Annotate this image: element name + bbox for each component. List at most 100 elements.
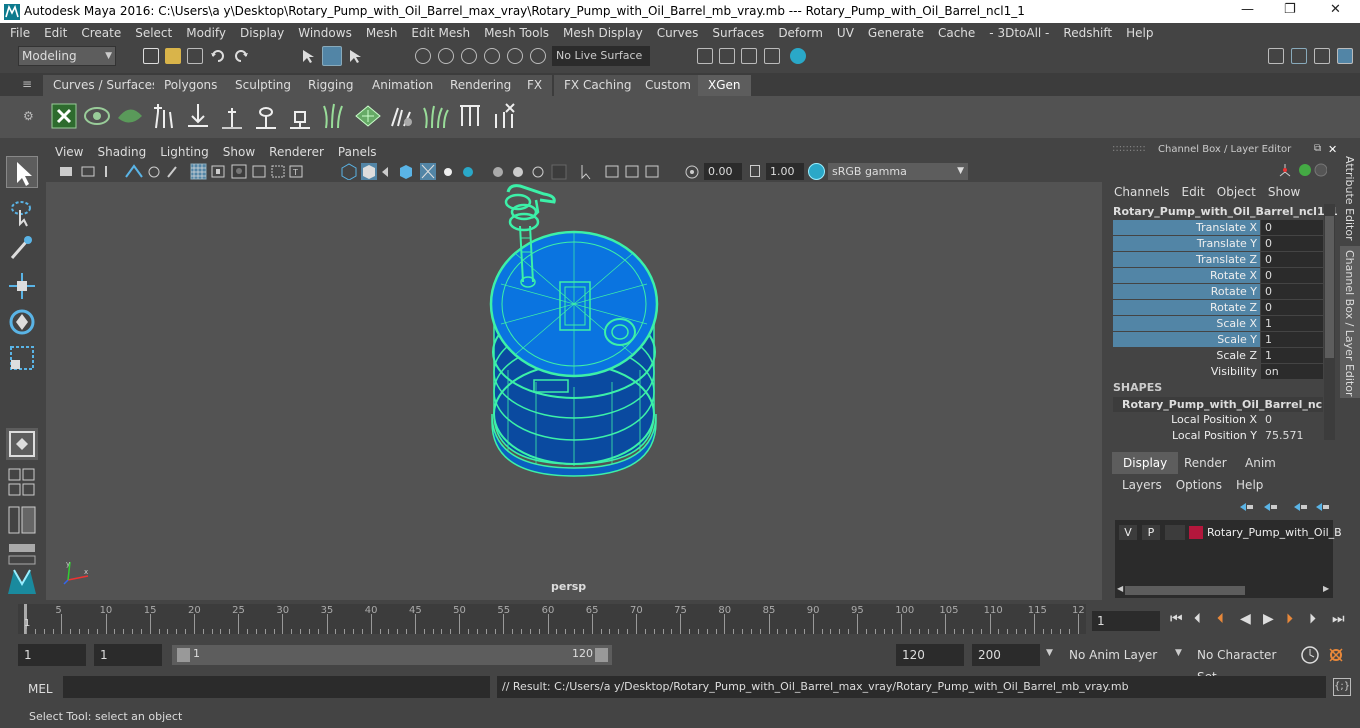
channel-value[interactable]: 0 [1261,220,1323,235]
hypershade-icon[interactable] [790,48,806,64]
shelf-tab-sculpting[interactable]: Sculpting [225,75,303,96]
workspace-icon[interactable] [1268,48,1284,64]
channel-value[interactable]: 75.571 [1261,428,1323,443]
shelf-tab-curves-surfaces[interactable]: Curves / Surfaces [43,75,170,96]
menu-curves[interactable]: Curves [650,23,706,43]
viewport-display-icons[interactable] [530,163,730,180]
ipr-render-icon[interactable] [741,48,757,64]
step-back-key-icon[interactable]: ⏴ [1217,611,1224,627]
render-settings-icon[interactable] [697,48,713,64]
channel-value[interactable]: 1 [1261,316,1323,331]
snap-curve-icon[interactable] [438,48,454,64]
channel-row[interactable]: Scale Z 1 [1113,348,1323,363]
render-view-icon[interactable] [764,48,780,64]
channel-box-scrollbar[interactable] [1324,204,1335,440]
channel-value[interactable]: 1 [1261,348,1323,363]
color-space-selector[interactable]: sRGB gamma ▼ [828,163,968,180]
channel-row[interactable]: Rotate Z0 [1113,300,1323,315]
channel-row[interactable]: Translate Y0 [1113,236,1323,251]
channel-value[interactable]: 0 [1261,412,1323,427]
script-editor-icon[interactable]: {;} [1333,678,1351,696]
shelf-tab-rendering[interactable]: Rendering [440,75,523,96]
layer-tab-display[interactable]: Display [1112,452,1179,474]
viewport-menu-panels[interactable]: Panels [331,143,384,161]
channel-value[interactable]: on [1261,364,1323,379]
menu-generate[interactable]: Generate [861,23,931,43]
close-icon[interactable]: ✕ [1330,2,1341,17]
animation-end-field[interactable]: 200 [972,644,1040,666]
scale-tool[interactable] [6,342,38,374]
menu-edit[interactable]: Edit [37,23,74,43]
command-language-label[interactable]: MEL [28,682,53,696]
channel-row[interactable]: Translate X0 [1113,220,1323,235]
shape-channel-row[interactable]: Local Position X 0 [1113,412,1323,427]
viewport-menu-lighting[interactable]: Lighting [153,143,216,161]
xgen-preview-icon[interactable] [83,102,111,130]
perspective-viewport[interactable]: yx persp [46,182,1102,600]
channel-value[interactable]: 0 [1261,252,1323,267]
channel-value[interactable]: 0 [1261,236,1323,251]
menu-modify[interactable]: Modify [179,23,233,43]
layer-tab-anim[interactable]: Anim [1234,452,1287,474]
menu-deform[interactable]: Deform [771,23,830,43]
menu-file[interactable]: File [3,23,37,43]
play-forwards-icon[interactable]: ▶ [1263,611,1274,627]
chevron-down-icon[interactable]: ▼ [1046,648,1053,658]
barrel-pump-model[interactable] [46,182,1102,600]
layer-visibility-toggle[interactable]: V [1119,525,1137,540]
menu-cache[interactable]: Cache [931,23,982,43]
anim-layer-selector[interactable]: No Anim Layer [1063,644,1163,666]
channel-box-menu-show[interactable]: Show [1262,183,1306,201]
play-backwards-icon[interactable]: ◀ [1240,611,1251,627]
channel-box-menu-object[interactable]: Object [1211,183,1262,201]
xgen-grass-icon[interactable] [320,102,348,130]
channel-row[interactable]: Scale Y1 [1113,332,1323,347]
paint-select-tool[interactable] [6,232,38,264]
range-end-handle[interactable] [595,648,608,662]
four-view-layout-icon[interactable] [6,466,38,500]
menu-mesh-display[interactable]: Mesh Display [556,23,650,43]
viewport-menu-view[interactable]: View [48,143,90,161]
command-input[interactable] [63,676,490,698]
menu-set-selector[interactable]: Modeling ▼ [18,46,116,66]
shelf-tab-animation[interactable]: Animation [362,75,445,96]
time-slider[interactable]: 1 5 10 15 20 25 30 35 40 45 50 55 60 65 70 75 80 85 90 95 1… [18,604,1086,634]
scroll-left-icon[interactable]: ◀ [1117,584,1123,593]
scroll-right-icon[interactable]: ▶ [1323,584,1329,593]
selected-object-name[interactable]: Rotary_Pump_with_Oil_Barrel_ncl1_1 [1113,205,1338,218]
menu-surfaces[interactable]: Surfaces [705,23,771,43]
shelf-tab-custom[interactable]: Custom [635,75,702,96]
layer-playback-toggle[interactable]: P [1142,525,1160,540]
channel-row[interactable]: Rotate Y0 [1113,284,1323,299]
viewport-menu-renderer[interactable]: Renderer [262,143,331,161]
xgen-editor-icon[interactable] [50,102,78,130]
xgen-cut-icon[interactable] [456,102,484,130]
shading-mode-icons[interactable] [340,163,530,180]
channel-row[interactable]: Visibility on [1113,364,1323,379]
maximize-icon[interactable]: ❐ [1284,2,1296,17]
layer-menu-layers[interactable]: Layers [1115,478,1169,492]
rotate-tool[interactable] [6,306,38,338]
shelf-tab-xgen[interactable]: XGen [698,75,752,96]
xgen-leaf-icon[interactable] [116,102,144,130]
outliner-layout-icon[interactable] [6,504,38,536]
color-management-icon[interactable] [808,163,825,180]
menu-windows[interactable]: Windows [291,23,359,43]
viewport-menu-show[interactable]: Show [216,143,262,161]
open-scene-icon[interactable] [165,48,181,64]
toggle-attribute-editor-icon[interactable] [1314,48,1330,64]
select-tool[interactable] [6,156,38,188]
xgen-groom-icon[interactable] [354,102,382,130]
snap-point-icon[interactable] [461,48,477,64]
lasso-tool[interactable] [6,196,38,228]
playback-end-field[interactable]: 120 [896,644,964,666]
select-hierarchy-icon[interactable] [300,48,316,64]
shelf-tab-rigging[interactable]: Rigging [298,75,365,96]
toggle-channel-box-icon[interactable] [1291,48,1307,64]
drag-handle-icon[interactable]: :::::::::: [1112,143,1146,154]
redo-icon[interactable] [233,48,249,64]
shape-node-name[interactable]: Rotary_Pump_with_Oil_Barrel_ncl1_1... [1113,397,1323,412]
channel-box-menu-edit[interactable]: Edit [1176,183,1211,201]
channel-value[interactable]: 0 [1261,300,1323,315]
xgen-brush-icon[interactable] [388,102,416,130]
